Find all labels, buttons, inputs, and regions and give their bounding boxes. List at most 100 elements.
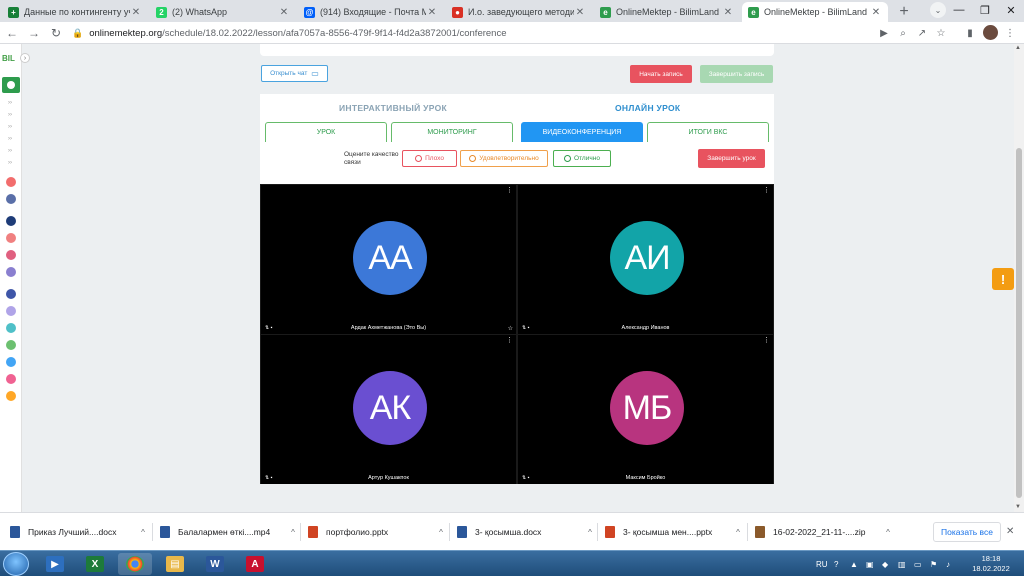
- sidebar-item-icon[interactable]: [6, 216, 16, 226]
- sidebar-item-icon[interactable]: [6, 194, 16, 204]
- download-options-icon[interactable]: ^: [286, 528, 300, 537]
- tile-menu-icon[interactable]: ⋮: [506, 337, 513, 344]
- tab-lesson[interactable]: УРОК: [265, 122, 387, 142]
- video-tile[interactable]: АА ⋮ ⇅ ▪ Ардак Ахметжанова (Это Вы) ☆: [261, 185, 516, 334]
- sidebar-logo[interactable]: BIL: [2, 54, 15, 63]
- tab-close-icon[interactable]: ✕: [722, 7, 734, 18]
- download-options-icon[interactable]: ^: [434, 528, 448, 537]
- browser-tab[interactable]: e OnlineMektep - BilimLand ✕: [594, 2, 740, 22]
- scroll-down-icon[interactable]: ▼: [1015, 504, 1021, 510]
- forward-icon[interactable]: →: [24, 23, 44, 43]
- word-icon[interactable]: W: [198, 553, 232, 575]
- browser-tab[interactable]: @ (914) Входящие - Почта Mail.ru✕: [298, 2, 444, 22]
- download-options-icon[interactable]: ^: [136, 528, 150, 537]
- minimize-icon[interactable]: —: [946, 0, 972, 20]
- sidebar-subitem-icon[interactable]: ››: [8, 136, 12, 142]
- tab-close-icon[interactable]: ✕: [130, 7, 142, 18]
- end-lesson-button[interactable]: Завершить урок: [698, 149, 765, 168]
- open-chat-button[interactable]: Открыть чат ▭: [261, 65, 328, 82]
- new-tab-button[interactable]: +: [894, 2, 914, 22]
- close-downloads-icon[interactable]: ✕: [1006, 526, 1014, 537]
- tray-shield-icon[interactable]: ◆: [882, 551, 888, 576]
- bookmark-star-icon[interactable]: ☆: [933, 25, 949, 41]
- browser-menu-icon[interactable]: ⋮: [1002, 25, 1018, 41]
- browser-tab[interactable]: ● И.о. заведующего методическ✕: [446, 2, 592, 22]
- share-icon[interactable]: ↗: [914, 25, 930, 41]
- scroll-up-icon[interactable]: ▲: [1015, 45, 1021, 51]
- sidebar-subitem-icon[interactable]: ››: [8, 124, 12, 130]
- sidebar-item-icon[interactable]: [6, 289, 16, 299]
- download-item[interactable]: портфолио.pptx ^: [308, 523, 448, 541]
- back-icon[interactable]: ←: [2, 23, 22, 43]
- chrome-icon[interactable]: [118, 553, 152, 575]
- download-item[interactable]: 3- қосымша.docx ^: [457, 523, 597, 541]
- sidebar-subitem-icon[interactable]: ››: [8, 160, 12, 166]
- page-scrollbar[interactable]: ▲ ▼: [1014, 44, 1024, 512]
- sidebar-subitem-icon[interactable]: ››: [8, 100, 12, 106]
- camera-icon[interactable]: ▶: [876, 25, 892, 41]
- sidebar-item-icon[interactable]: [6, 306, 16, 316]
- tab-monitoring[interactable]: МОНИТОРИНГ: [391, 122, 513, 142]
- quality-ok-button[interactable]: Удовлетворительно: [460, 150, 548, 167]
- volume-icon[interactable]: ♪: [946, 551, 950, 576]
- sidebar-item-icon[interactable]: [6, 340, 16, 350]
- show-all-downloads-button[interactable]: Показать все: [933, 522, 1001, 542]
- tab-close-icon[interactable]: ✕: [278, 7, 290, 18]
- browser-tab[interactable]: e OnlineMektep - BilimLand ✕: [742, 2, 888, 22]
- download-options-icon[interactable]: ^: [583, 528, 597, 537]
- help-icon[interactable]: ?: [834, 551, 838, 576]
- tray-monitor-icon[interactable]: ▭: [914, 551, 922, 576]
- tile-menu-icon[interactable]: ⋮: [763, 337, 770, 344]
- browser-tab[interactable]: + Данные по контингенту уч-ся✕: [2, 2, 148, 22]
- download-item[interactable]: 16-02-2022_21-11-....zip ^: [755, 523, 895, 541]
- video-tile[interactable]: АК ⋮ ⇅ ▪ Артур Кушакпок: [261, 335, 516, 484]
- tab-vks-results[interactable]: ИТОГИ ВКС: [647, 122, 769, 142]
- stop-recording-button[interactable]: Завершить запись: [700, 65, 773, 83]
- quality-bad-button[interactable]: Плохо: [402, 150, 457, 167]
- address-bar[interactable]: 🔒 onlinemektep.org/schedule/18.02.2022/l…: [72, 24, 872, 42]
- start-recording-button[interactable]: Начать запись: [630, 65, 692, 83]
- tray-app-icon[interactable]: ▣: [866, 551, 874, 576]
- sidebar-item-icon[interactable]: [6, 374, 16, 384]
- tab-close-icon[interactable]: ✕: [574, 7, 586, 18]
- tab-videoconference[interactable]: ВИДЕОКОНФЕРЕНЦИЯ: [521, 122, 643, 142]
- sidebar-item-icon[interactable]: [6, 267, 16, 277]
- sidebar-item-icon[interactable]: [6, 250, 16, 260]
- download-item[interactable]: 3- қосымша мен....pptx ^: [605, 523, 745, 541]
- sidebar-item-icon[interactable]: [6, 391, 16, 401]
- tray-flag-icon[interactable]: ⚑: [930, 551, 937, 576]
- sidebar-subitem-icon[interactable]: ››: [8, 148, 12, 154]
- tile-menu-icon[interactable]: ⋮: [763, 187, 770, 194]
- download-options-icon[interactable]: ^: [731, 528, 745, 537]
- excel-icon[interactable]: X: [78, 553, 112, 575]
- video-tile[interactable]: АИ ⋮ ⇅ ▪ Александр Иванов: [518, 185, 773, 334]
- quality-good-button[interactable]: Отлично: [553, 150, 611, 167]
- network-icon[interactable]: ▥: [898, 551, 906, 576]
- video-tile[interactable]: МБ ⋮ ⇅ ▪ Максим Бройко: [518, 335, 773, 484]
- download-options-icon[interactable]: ^: [881, 528, 895, 537]
- file-explorer-icon[interactable]: ▤: [158, 553, 192, 575]
- download-item[interactable]: Балалармен өткі....mp4 ^: [160, 523, 300, 541]
- scrollbar-thumb[interactable]: [1016, 148, 1022, 498]
- zoom-icon[interactable]: ⌕: [895, 25, 911, 41]
- warning-icon[interactable]: !: [992, 268, 1014, 290]
- sidebar-subitem-icon[interactable]: ››: [8, 112, 12, 118]
- reload-icon[interactable]: ↻: [46, 23, 66, 43]
- acrobat-icon[interactable]: A: [238, 553, 272, 575]
- system-clock[interactable]: 18:18 18.02.2022: [970, 554, 1012, 574]
- profile-avatar[interactable]: [983, 25, 998, 40]
- tab-close-icon[interactable]: ✕: [426, 7, 438, 18]
- download-item[interactable]: Приказ Лучший....docx ^: [10, 523, 150, 541]
- media-player-icon[interactable]: ▶: [38, 553, 72, 575]
- maximize-icon[interactable]: ❐: [972, 0, 998, 20]
- sidebar-item-icon[interactable]: [6, 233, 16, 243]
- tab-close-icon[interactable]: ✕: [870, 7, 882, 18]
- sidebar-item-active[interactable]: [2, 77, 20, 93]
- language-indicator[interactable]: RU: [816, 551, 828, 576]
- tab-search-icon[interactable]: ⌄: [930, 2, 946, 18]
- side-panel-icon[interactable]: ▮: [962, 25, 978, 41]
- tile-menu-icon[interactable]: ⋮: [506, 187, 513, 194]
- close-window-icon[interactable]: ✕: [998, 0, 1024, 20]
- start-button[interactable]: [3, 552, 29, 576]
- browser-tab[interactable]: 2 (2) WhatsApp ✕: [150, 2, 296, 22]
